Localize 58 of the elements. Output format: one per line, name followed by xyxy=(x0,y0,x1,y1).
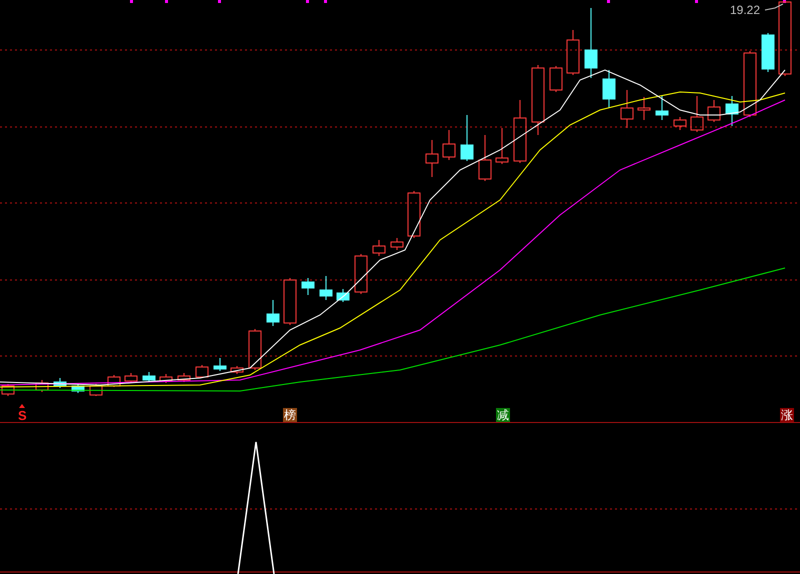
candlestick xyxy=(54,378,66,388)
candlestick xyxy=(566,30,580,76)
signal-badge: 榜 xyxy=(283,408,297,422)
candlestick xyxy=(550,66,562,92)
candlestick xyxy=(178,372,190,382)
candlestick xyxy=(584,8,598,78)
tick-mark xyxy=(695,0,698,3)
candlestick xyxy=(230,366,244,374)
candlestick xyxy=(36,380,48,392)
candlestick xyxy=(620,90,634,128)
candlestick xyxy=(656,96,668,120)
candlestick xyxy=(390,238,404,250)
tick-mark xyxy=(607,0,610,3)
candlestick xyxy=(726,96,738,126)
candlestick xyxy=(708,100,720,122)
signal-badge: 减 xyxy=(496,408,510,422)
leader-line xyxy=(764,4,784,10)
candlestick xyxy=(142,372,156,382)
candlestick xyxy=(372,240,386,256)
candlestick xyxy=(674,116,686,130)
high-price-label: 19.22 xyxy=(730,2,760,19)
candlestick xyxy=(442,130,456,160)
candlestick xyxy=(336,288,350,302)
candlestick xyxy=(762,32,774,72)
candlestick xyxy=(284,278,296,326)
candlestick xyxy=(460,114,474,162)
candlestick xyxy=(108,374,120,388)
signal-badge: 涨 xyxy=(780,408,794,422)
candlestick xyxy=(248,328,262,370)
candlestick xyxy=(302,278,314,296)
candlestick xyxy=(266,300,280,326)
candlestick xyxy=(354,254,368,294)
tick-mark xyxy=(783,0,786,3)
tick-mark xyxy=(324,0,327,3)
candlestick xyxy=(744,50,756,118)
candlestick xyxy=(72,384,84,394)
candlestick xyxy=(320,276,332,300)
tick-mark xyxy=(130,0,133,3)
candlestick xyxy=(214,358,226,372)
candlestick xyxy=(426,140,438,178)
candlestick xyxy=(408,190,420,238)
candlestick xyxy=(196,364,208,378)
candlestick xyxy=(90,384,102,396)
candlestick xyxy=(478,134,492,182)
tick-mark xyxy=(218,0,221,3)
candlestick xyxy=(496,128,508,164)
candlestick xyxy=(124,372,138,384)
candlestick xyxy=(602,70,616,108)
candlestick xyxy=(160,374,172,384)
up-arrow-icon xyxy=(19,404,26,408)
candlestick xyxy=(514,100,526,164)
candlestick xyxy=(532,64,544,136)
tick-mark xyxy=(306,0,309,3)
candlestick xyxy=(690,96,704,132)
signal-marker: S xyxy=(18,404,27,422)
tick-mark xyxy=(165,0,168,3)
candlestick xyxy=(2,384,14,396)
candlestick xyxy=(638,96,650,120)
